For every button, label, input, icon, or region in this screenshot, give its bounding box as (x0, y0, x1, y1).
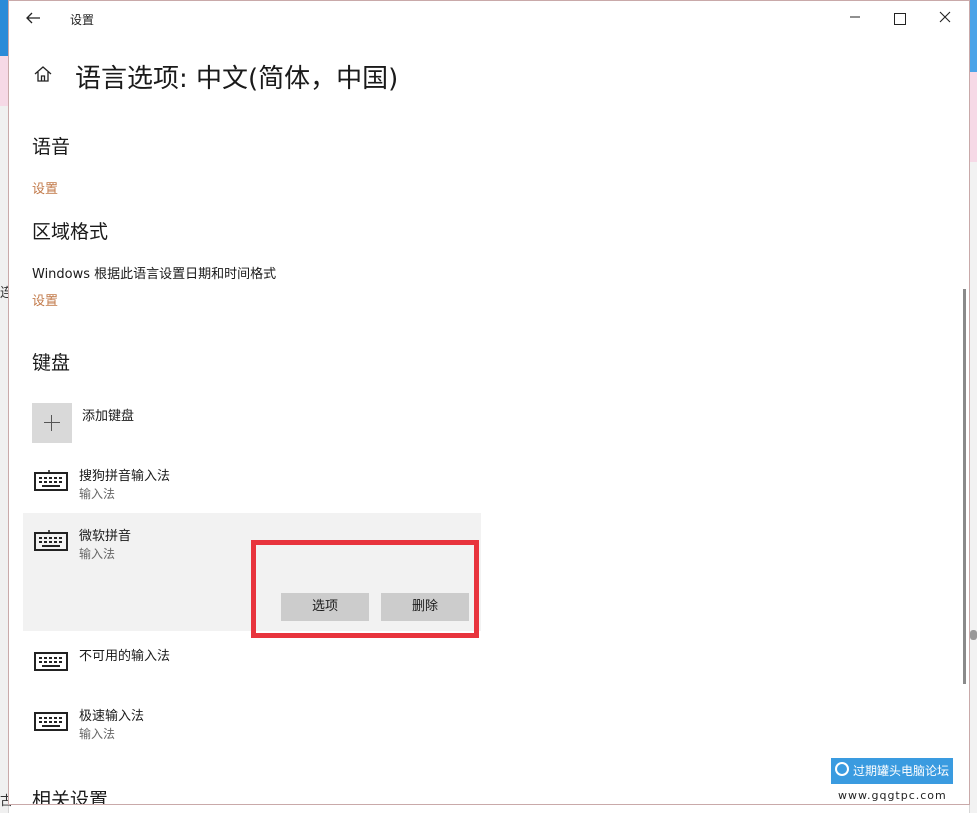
window-title: 设置 (70, 13, 95, 27)
minimize-button[interactable] (833, 5, 877, 31)
keyboard-icon (34, 652, 68, 671)
settings-window: 设置 语言选项: 中文(简体，中国) 语音 设置 区域格式 Windows 根据… (8, 0, 970, 805)
keyboard-item-type: 输入法 (79, 547, 116, 561)
watermark-logo-icon (835, 762, 849, 776)
keyboard-item-name: 搜狗拼音输入法 (79, 469, 171, 484)
keyboard-item-type: 输入法 (79, 727, 116, 741)
add-keyboard-label[interactable]: 添加键盘 (82, 405, 134, 424)
maximize-button[interactable] (878, 5, 922, 31)
back-button[interactable] (21, 7, 45, 29)
background-right-dot (970, 630, 977, 640)
keyboard-item-name: 微软拼音 (79, 529, 132, 544)
keyboard-item-type: 输入法 (79, 487, 116, 501)
keyboard-item-sogou[interactable]: 搜狗拼音输入法 输入法 (23, 461, 481, 519)
page-title: 语言选项: 中文(简体，中国) (75, 64, 399, 94)
background-right-pink (970, 72, 977, 162)
title-bar: 设置 (9, 1, 969, 35)
watermark-url: www.gqgtpc.com (838, 789, 947, 802)
watermark-text: 过期罐头电脑论坛 (853, 764, 950, 778)
keyboard-item-name: 极速输入法 (79, 709, 145, 724)
keyboard-item-name: 不可用的输入法 (79, 649, 171, 664)
speech-heading: 语音 (32, 136, 71, 158)
region-settings-link[interactable]: 设置 (32, 290, 58, 309)
keyboard-item-jisu[interactable]: 极速输入法 输入法 (23, 701, 481, 759)
background-left-pink (0, 56, 8, 106)
related-settings-heading: 相关设置 (32, 789, 109, 805)
close-button[interactable] (923, 5, 967, 31)
region-format-description: Windows 根据此语言设置日期和时间格式 (32, 267, 277, 282)
background-right-blue (970, 0, 977, 72)
keyboard-item-unavailable[interactable]: 不可用的输入法 (23, 641, 481, 699)
scrollbar[interactable] (963, 289, 966, 684)
close-icon (939, 11, 951, 23)
background-left-blue (0, 0, 8, 56)
keyboard-heading: 键盘 (32, 352, 71, 374)
home-icon[interactable] (32, 63, 54, 85)
add-keyboard-button[interactable] (32, 403, 72, 443)
keyboard-icon (34, 470, 68, 491)
back-arrow-icon (26, 12, 40, 24)
watermark: 过期罐头电脑论坛 (831, 758, 953, 784)
maximize-icon (894, 12, 906, 25)
region-format-heading: 区域格式 (32, 221, 109, 243)
keyboard-icon (34, 712, 68, 731)
red-highlight-box (251, 540, 479, 638)
keyboard-icon (34, 530, 68, 551)
speech-settings-link[interactable]: 设置 (32, 178, 58, 197)
minimize-icon (850, 16, 860, 18)
